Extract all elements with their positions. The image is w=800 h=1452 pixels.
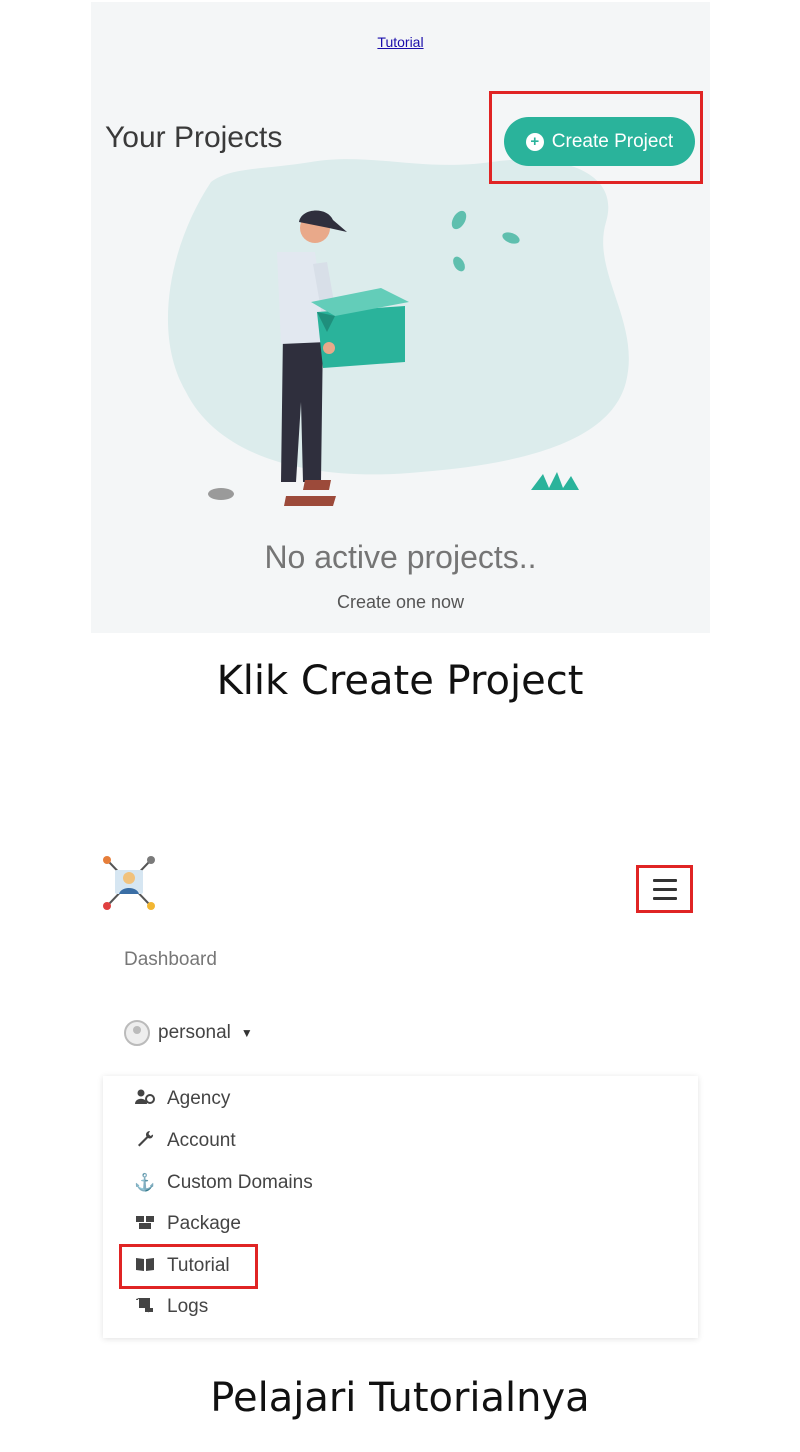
account-dropdown[interactable]: personal ▼ (124, 1019, 253, 1047)
menu-item-label: Account (167, 1130, 236, 1151)
menu-item-account[interactable]: Account (133, 1125, 236, 1157)
anchor-icon: ⚓ (134, 1173, 156, 1192)
empty-state-subtitle[interactable]: Create one now (91, 592, 710, 613)
wrench-icon (133, 1130, 157, 1153)
dropdown-menu: Agency Account ⚓ Custom Domains Package … (103, 1076, 698, 1338)
menu-item-label: Package (167, 1213, 241, 1234)
empty-state-illustration (167, 159, 629, 506)
avatar-icon (124, 1020, 150, 1046)
highlight-box (119, 1244, 258, 1289)
scroll-icon (133, 1296, 157, 1319)
app-logo (103, 856, 155, 910)
boxes-icon (133, 1214, 157, 1235)
create-project-button[interactable]: + Create Project (504, 117, 695, 166)
menu-item-custom-domains[interactable]: ⚓ Custom Domains (133, 1167, 313, 1199)
menu-item-package[interactable]: Package (133, 1208, 241, 1240)
plus-circle-icon: + (525, 132, 544, 151)
page-title: Your Projects (105, 121, 283, 154)
caption-step-1: Klik Create Project (216, 658, 584, 704)
menu-item-label: Custom Domains (167, 1172, 313, 1193)
user-group-icon (133, 1089, 157, 1110)
menu-item-label: Agency (167, 1088, 231, 1109)
menu-item-label: Logs (167, 1296, 209, 1317)
projects-screen: Tutorial Your Projects + Create Project … (91, 2, 710, 633)
caret-down-icon: ▼ (240, 1026, 253, 1040)
menu-item-logs[interactable]: Logs (133, 1291, 208, 1323)
dashboard-link[interactable]: Dashboard (124, 949, 217, 971)
empty-state-title: No active projects.. (264, 539, 537, 575)
caption-step-2: Pelajari Tutorialnya (210, 1375, 590, 1421)
hamburger-menu-icon[interactable] (647, 871, 683, 907)
account-name: personal (158, 1022, 231, 1043)
create-project-label: Create Project (551, 130, 674, 152)
menu-screen: Dashboard personal ▼ Agency Account ⚓ Cu… (91, 838, 710, 1348)
menu-item-agency[interactable]: Agency (133, 1083, 230, 1115)
